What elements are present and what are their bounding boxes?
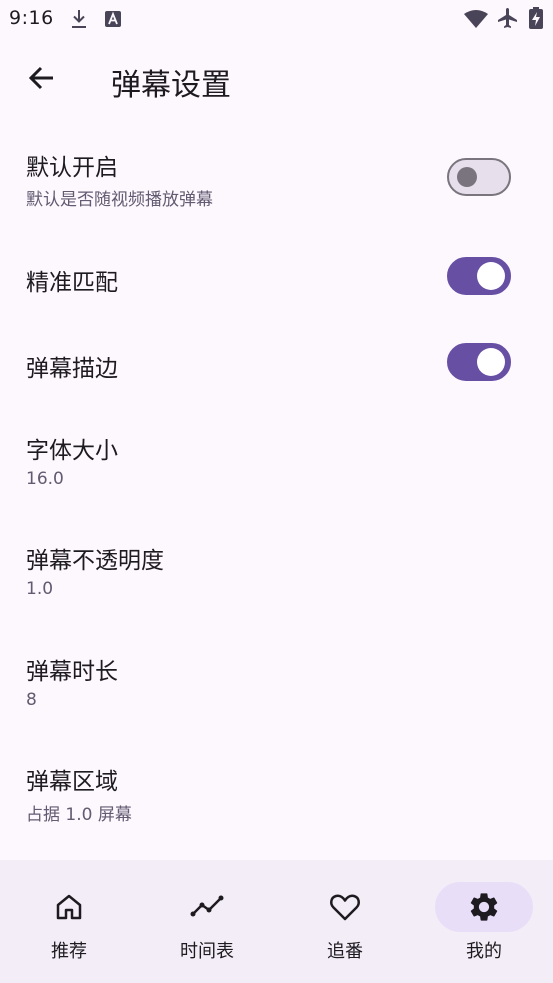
setting-danmaku-area[interactable]: 弹幕区域 占据 1.0 屏幕: [0, 745, 553, 845]
switch-thumb: [477, 348, 505, 376]
nav-item-mine[interactable]: 我的: [415, 860, 553, 983]
setting-danmaku-duration[interactable]: 弹幕时长 8: [0, 635, 553, 735]
arrow-back-icon: [28, 64, 56, 96]
setting-value: 8: [26, 690, 37, 710]
home-icon: [52, 890, 86, 924]
setting-title: 弹幕描边: [26, 356, 118, 382]
danmaku-outline-switch[interactable]: [447, 343, 511, 381]
battery-charging-icon: [528, 6, 544, 34]
airplane-mode-icon: [496, 6, 520, 34]
setting-font-size[interactable]: 字体大小 16.0: [0, 414, 553, 514]
nav-label: 追番: [327, 941, 363, 962]
heart-icon: [328, 890, 362, 924]
setting-danmaku-outline[interactable]: 弹幕描边: [0, 320, 553, 406]
default-on-switch[interactable]: [447, 158, 511, 196]
setting-default-on[interactable]: 默认开启 默认是否随视频播放弹幕: [0, 130, 553, 224]
switch-thumb: [457, 167, 477, 187]
back-button[interactable]: [18, 56, 66, 104]
setting-precise-match[interactable]: 精准匹配: [0, 234, 553, 320]
wifi-icon: [463, 9, 489, 33]
setting-title: 精准匹配: [26, 270, 118, 296]
app-bar: 弹幕设置: [0, 48, 553, 114]
page-title: 弹幕设置: [111, 68, 231, 103]
nav-item-recommend[interactable]: 推荐: [0, 860, 138, 983]
nav-item-following[interactable]: 追番: [276, 860, 414, 983]
setting-value: 16.0: [26, 469, 64, 489]
setting-value: 1.0: [26, 579, 54, 599]
nav-item-timetable[interactable]: 时间表: [138, 860, 276, 983]
timeline-icon: [190, 890, 224, 924]
setting-danmaku-opacity[interactable]: 弹幕不透明度 1.0: [0, 524, 553, 624]
bottom-navigation: 推荐 时间表 追番 我的: [0, 860, 553, 983]
status-time: 9:16: [9, 7, 54, 29]
switch-thumb: [477, 262, 505, 290]
setting-title: 弹幕区域: [26, 769, 118, 795]
gear-icon: [467, 890, 501, 924]
setting-subtitle: 默认是否随视频播放弹幕: [26, 190, 213, 210]
download-icon: [68, 8, 90, 34]
nav-label: 推荐: [51, 941, 87, 962]
app-notification-icon: [104, 10, 122, 32]
precise-match-switch[interactable]: [447, 257, 511, 295]
status-bar: 9:16: [0, 0, 553, 38]
setting-title: 字体大小: [26, 438, 118, 464]
setting-title: 弹幕时长: [26, 659, 118, 685]
setting-value: 占据 1.0 屏幕: [26, 805, 132, 825]
setting-title: 默认开启: [26, 155, 118, 181]
setting-title: 弹幕不透明度: [26, 548, 164, 574]
nav-label: 时间表: [180, 941, 234, 962]
nav-label: 我的: [466, 941, 502, 962]
